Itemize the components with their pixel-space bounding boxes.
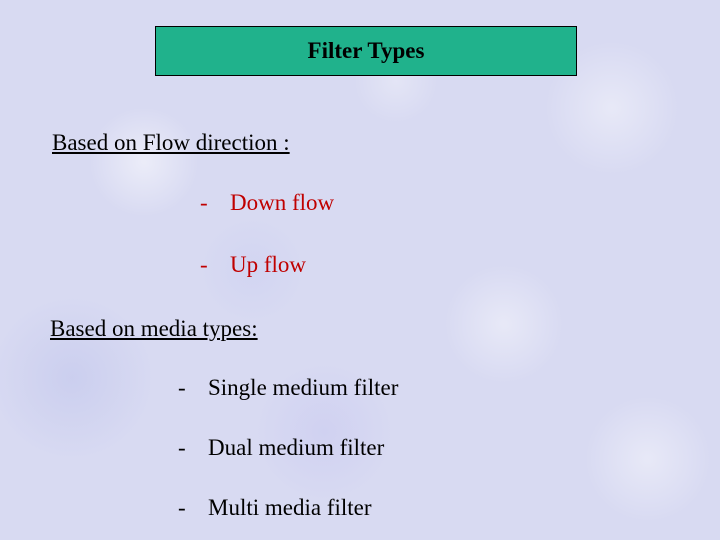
item-text: Up flow [230,252,306,277]
bullet-dash: - [200,252,230,278]
section-heading-flow: Based on Flow direction : [52,130,290,156]
slide-title: Filter Types [308,38,425,64]
bullet-dash: - [178,375,208,401]
section-heading-media: Based on media types: [50,316,258,342]
list-item: -Down flow [200,190,334,216]
item-text: Dual medium filter [208,435,384,460]
title-box: Filter Types [155,26,577,76]
bullet-dash: - [200,190,230,216]
list-item: -Single medium filter [178,375,398,401]
item-text: Single medium filter [208,375,398,400]
item-text: Down flow [230,190,334,215]
list-item: -Multi media filter [178,495,372,521]
list-item: -Dual medium filter [178,435,384,461]
item-text: Multi media filter [208,495,372,520]
bullet-dash: - [178,495,208,521]
list-item: -Up flow [200,252,306,278]
bullet-dash: - [178,435,208,461]
